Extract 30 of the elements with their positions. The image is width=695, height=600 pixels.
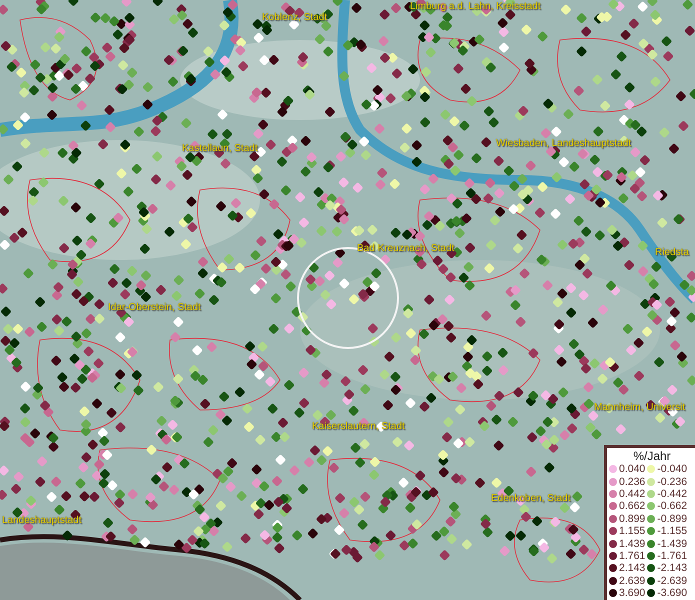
place-label: Riedsta xyxy=(655,247,689,259)
place-label: Idar-Oberstein, Stadt xyxy=(108,302,201,314)
legend-title: %/Jahr xyxy=(632,449,672,463)
legend-value: -1.439 xyxy=(657,538,688,550)
legend-value: -0.236 xyxy=(657,476,688,488)
legend-value: 3.690 xyxy=(619,587,646,600)
place-label: Wiesbaden, Landeshauptstadt xyxy=(496,138,632,150)
legend-value: -1.155 xyxy=(657,525,688,538)
place-label: Kaiserslautern, Stadt xyxy=(312,421,405,433)
legend-value: -0.040 xyxy=(657,463,688,476)
legend-value: -3.690 xyxy=(657,587,688,600)
legend-value: 1.155 xyxy=(619,525,646,538)
place-label: Edenkoben, Stadt xyxy=(491,493,571,505)
legend-value: -1.761 xyxy=(657,550,688,562)
legend-value: -2.639 xyxy=(657,574,688,587)
legend-value: -0.442 xyxy=(657,488,688,500)
legend-value: 0.236 xyxy=(619,476,646,488)
place-label: Limburg a.d. Lahn, Kreisstadt xyxy=(410,1,541,13)
legend-value: 2.143 xyxy=(619,562,646,574)
legend-value: 1.439 xyxy=(619,538,646,550)
legend-value: 0.662 xyxy=(619,500,646,512)
legend-value: 1.761 xyxy=(619,550,646,562)
legend-value: 0.899 xyxy=(619,512,646,525)
legend-value: 0.442 xyxy=(619,488,646,500)
legend-value: -0.899 xyxy=(657,512,688,525)
place-label: Landeshauptstadt xyxy=(2,515,82,527)
legend-value: 0.040 xyxy=(619,463,646,476)
legend-value: -2.143 xyxy=(657,562,688,574)
legend-value: -0.662 xyxy=(657,500,688,512)
legend-value: 2.639 xyxy=(619,574,646,587)
